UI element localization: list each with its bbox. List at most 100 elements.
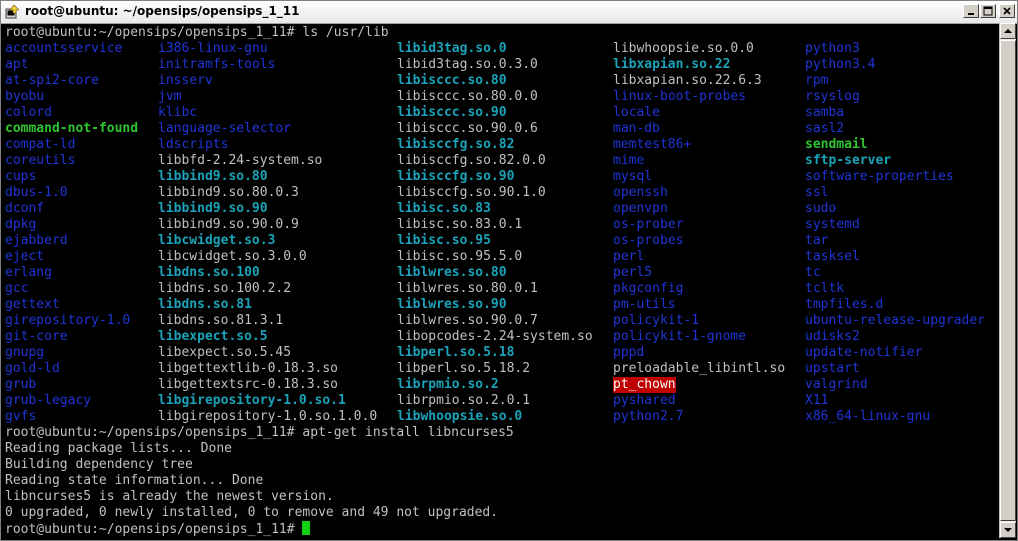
title-bar[interactable]: root@ubuntu: ~/opensips/opensips_1_11 (1, 1, 1017, 24)
terminal-window: root@ubuntu: ~/opensips/opensips_1_11 ro… (0, 0, 1018, 541)
ls-entry-file: liblwres.so.80.0.1 (397, 281, 538, 296)
ls-entry-dir: locale (613, 105, 660, 120)
ls-entry-dir: upstart (805, 361, 860, 376)
ls-entry-dir: rsyslog (805, 89, 860, 104)
ls-entry-exec: command-not-found (5, 121, 139, 136)
ls-entry-file: libgettextsrc-0.18.3.so (158, 377, 339, 392)
ls-entry-file: libexpect.so.5.45 (158, 345, 292, 360)
ls-entry-dir: tc (805, 265, 821, 280)
vertical-scrollbar[interactable] (999, 23, 1016, 538)
ls-entry-link: libgirepository-1.0.so.1 (158, 393, 346, 408)
scroll-up-button[interactable] (1000, 23, 1016, 39)
ls-entry-dir: openssh (613, 185, 668, 200)
window-title: root@ubuntu: ~/opensips/opensips_1_11 (25, 4, 300, 18)
ls-entry-dir: gettext (5, 297, 60, 312)
ls-entry-dir: X11 (805, 393, 829, 408)
ls-entry-dir: tcltk (805, 281, 845, 296)
output-line: Reading state information... Done (5, 473, 264, 488)
shell-prompt: root@ubuntu:~/opensips/opensips_1_11# (5, 425, 295, 440)
ls-entry-link: liblwres.so.80 (397, 265, 507, 280)
ls-entry-dir: byobu (5, 89, 45, 104)
ls-entry-dir: girepository-1.0 (5, 313, 131, 328)
ls-entry-link: libisccfg.so.90 (397, 169, 515, 184)
ls-entry-file: libbind9.so.80.0.3 (158, 185, 299, 200)
ls-entry-link: liblwres.so.90 (397, 297, 507, 312)
ls-entry-link: libisccc.so.90 (397, 105, 507, 120)
command-line-apt: root@ubuntu:~/opensips/opensips_1_11# ap… (5, 425, 514, 441)
maximize-icon (983, 6, 993, 16)
ls-entry-file: libxapian.so.22.6.3 (613, 73, 762, 88)
ls-entry-file: libbind9.so.90.0.9 (158, 217, 299, 232)
ls-entry-link: libbind9.so.80 (158, 169, 268, 184)
command-text: apt-get install libncurses5 (302, 425, 514, 440)
output-line: libncurses5 is already the newest versio… (5, 489, 334, 504)
scroll-down-button[interactable] (1000, 522, 1016, 538)
ls-entry-dir: grub-legacy (5, 393, 92, 408)
ls-entry-dir: valgrind (805, 377, 868, 392)
ls-entry-file: libisccc.so.90.0.6 (397, 121, 538, 136)
ls-entry-dir: tasksel (805, 249, 860, 264)
ls-entry-dir: mime (613, 153, 645, 168)
ls-entry-dir: language-selector (158, 121, 292, 136)
ls-entry-dir: gold-ld (5, 361, 60, 376)
ls-entry-dir: python2.7 (613, 409, 684, 424)
ls-entry-exec: sendmail (805, 137, 868, 152)
ls-entry-dir: pyshared (613, 393, 676, 408)
ls-entry-link: librpmio.so.2 (397, 377, 499, 392)
ls-entry-dir: ubuntu-release-upgrader (805, 313, 986, 328)
close-button[interactable] (999, 4, 1015, 18)
ls-entry-file: libdns.so.81.3.1 (158, 313, 284, 328)
active-command-line[interactable]: root@ubuntu:~/opensips/opensips_1_11# (5, 521, 311, 537)
ls-entry-file: libdns.so.100.2.2 (158, 281, 292, 296)
ls-entry-dir: udisks2 (805, 329, 860, 344)
arrow-down-icon (1004, 528, 1012, 532)
ls-entry-file: libgettextlib-0.18.3.so (158, 361, 339, 376)
ls-entry-file: libisc.so.83.0.1 (397, 217, 523, 232)
ls-entry-link: libwhoopsie.so.0 (397, 409, 523, 424)
ls-entry-link: libperl.so.5.18 (397, 345, 515, 360)
maximize-button[interactable] (980, 4, 996, 18)
ls-entry-dir: linux-boot-probes (613, 89, 747, 104)
ls-entry-link: libdns.so.100 (158, 265, 260, 280)
ls-entry-file: libisc.so.95.5.0 (397, 249, 523, 264)
putty-terminal-icon (5, 4, 20, 19)
ls-entry-dir: klibc (158, 105, 198, 120)
ls-entry-dir: systemd (805, 217, 860, 232)
ls-entry-dir: insserv (158, 73, 213, 88)
ls-entry-dir: dpkg (5, 217, 37, 232)
ls-entry-dir: ldscripts (158, 137, 229, 152)
ls-entry-dir: ssl (805, 185, 829, 200)
ls-entry-dir: perl5 (613, 265, 653, 280)
ls-entry-dir: samba (805, 105, 845, 120)
ls-entry-file: libisccc.so.80.0.0 (397, 89, 538, 104)
command-line-ls: root@ubuntu:~/opensips/opensips_1_11# ls… (5, 25, 389, 41)
ls-entry-dir: os-probes (613, 233, 684, 248)
ls-entry-dir: x86_64-linux-gnu (805, 409, 931, 424)
ls-entry-dir: man-db (613, 121, 660, 136)
ls-entry-link: libexpect.so.5 (158, 329, 268, 344)
ls-entry-dir: git-core (5, 329, 68, 344)
ls-entry-dir: openvpn (613, 201, 668, 216)
ls-entry-dir: colord (5, 105, 52, 120)
ls-entry-dir: ejabberd (5, 233, 68, 248)
close-icon (1003, 7, 1011, 15)
ls-entry-dir: grub (5, 377, 37, 392)
ls-entry-dir: gvfs (5, 409, 37, 424)
ls-entry-dir: pppd (613, 345, 645, 360)
ls-entry-dir: cups (5, 169, 37, 184)
ls-entry-link: libisc.so.95 (397, 233, 491, 248)
ls-entry-setuid: pt_chown (613, 377, 676, 393)
minimize-button[interactable] (963, 4, 979, 18)
ls-entry-dir: policykit-1-gnome (613, 329, 747, 344)
ls-entry-link: libdns.so.81 (158, 297, 252, 312)
ls-entry-dir: memtest86+ (613, 137, 692, 152)
ls-entry-file: libid3tag.so.0.3.0 (397, 57, 538, 72)
ls-entry-dir: rpm (805, 73, 829, 88)
ls-entry-dir: gcc (5, 281, 29, 296)
ls-entry-link: libcwidget.so.3 (158, 233, 276, 248)
ls-entry-file: libwhoopsie.so.0.0 (613, 41, 754, 56)
ls-entry-dir: eject (5, 249, 45, 264)
terminal-output[interactable]: root@ubuntu:~/opensips/opensips_1_11# ls… (5, 25, 999, 538)
ls-entry-file: libperl.so.5.18.2 (397, 361, 531, 376)
scrollbar-thumb[interactable] (1000, 40, 1016, 521)
